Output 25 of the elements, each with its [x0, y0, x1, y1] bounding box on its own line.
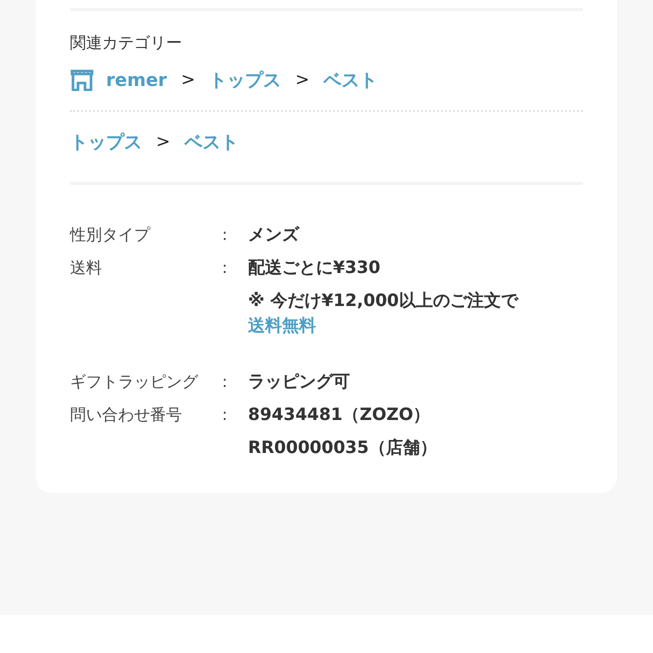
colon: : — [222, 371, 228, 394]
category-link[interactable]: ベスト — [323, 68, 378, 92]
category-link[interactable]: ベスト — [184, 130, 238, 154]
detail-label: 性別タイプ — [70, 224, 152, 246]
breadcrumb-separator: > — [156, 132, 170, 152]
free-shipping-link[interactable]: 送料無料 — [248, 316, 316, 336]
breadcrumb-separator: > — [295, 70, 310, 90]
colon: : — [222, 404, 228, 426]
detail-label: ギフトラッピング — [70, 371, 200, 394]
detail-value: 配送ごとに¥330 — [248, 257, 382, 279]
breadcrumb-separator: > — [180, 70, 196, 90]
detail-value: RR00000035（店舗） — [248, 437, 438, 460]
store-icon — [70, 69, 94, 91]
colon: : — [222, 224, 228, 246]
shipping-note: ※ 今だけ¥12,000以上のご注文で 送料無料 — [248, 290, 520, 338]
detail-value: 89434481（ZOZO） — [248, 404, 432, 426]
category-link[interactable]: トップス — [209, 68, 282, 92]
detail-label: 問い合わせ番号 — [70, 404, 183, 426]
detail-value: メンズ — [248, 224, 300, 246]
category-link[interactable]: トップス — [70, 130, 142, 154]
section-title: 関連カテゴリー — [70, 33, 183, 54]
shop-link[interactable]: remer — [70, 69, 167, 91]
colon: : — [222, 257, 228, 279]
detail-label: 送料 — [70, 257, 103, 279]
detail-value: ラッピング可 — [248, 371, 351, 394]
